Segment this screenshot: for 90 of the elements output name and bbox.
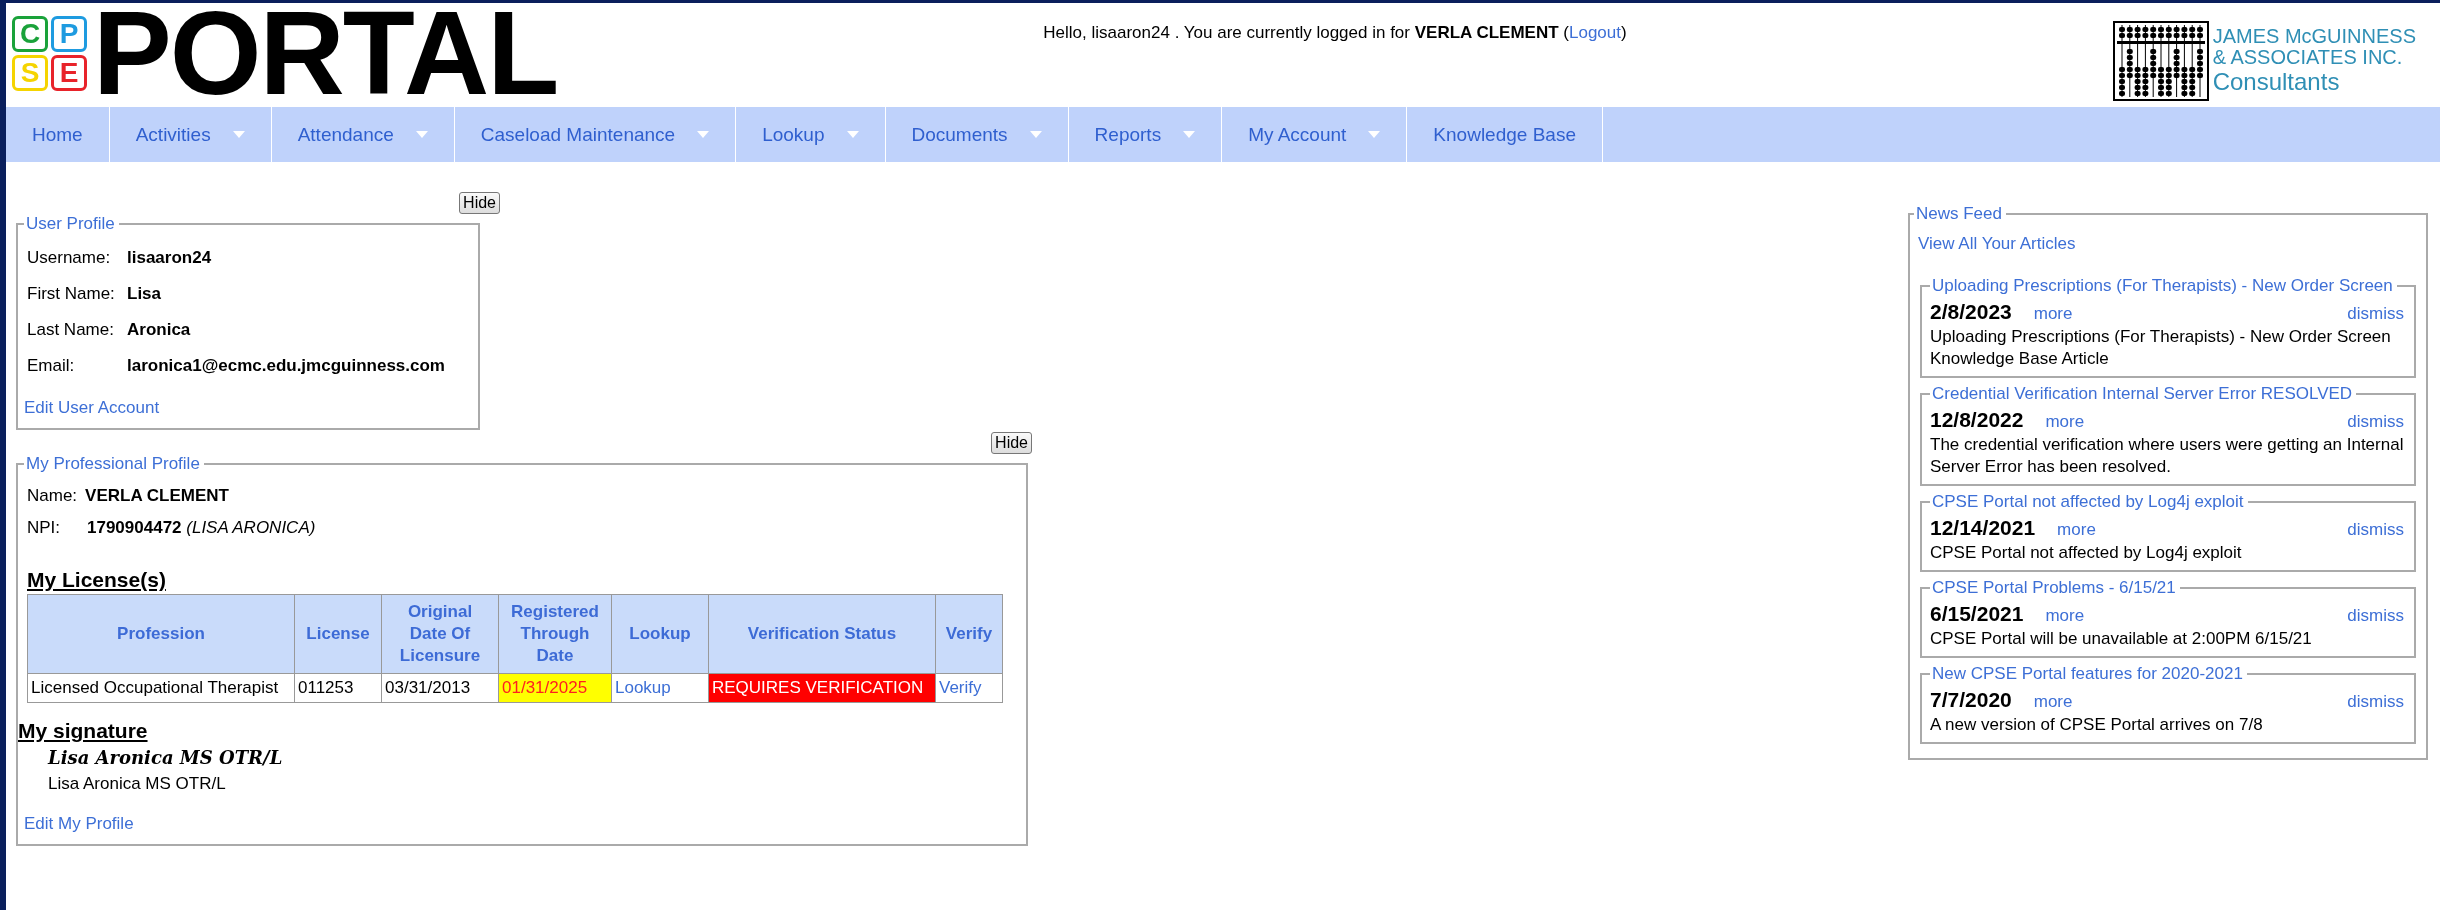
more-link[interactable]: more — [2033, 304, 2073, 324]
dismiss-link[interactable]: dismiss — [2347, 304, 2404, 324]
field-label: Email: — [27, 356, 76, 376]
caret-icon — [697, 131, 710, 138]
signature-text: Lisa Aronica MS OTR/L — [48, 774, 227, 794]
nav-menu-item[interactable]: Lookup — [736, 107, 886, 162]
nav-menu-item[interactable]: Caseload Maintenance — [454, 107, 737, 162]
section-heading: My signature — [18, 719, 149, 743]
article-body: CPSE Portal will be unavailable at 2:00PM 6/15/21 — [1930, 628, 2313, 650]
column-header: Verification Status — [708, 594, 936, 674]
article-title: Uploading Prescriptions (For Therapists) - New Order Screen — [1931, 276, 2394, 296]
company-name-text: & ASSOCIATES INC. — [2212, 47, 2404, 68]
column-header: License — [294, 594, 382, 674]
panel-legend: My Professional Profile — [24, 454, 204, 474]
caret-icon — [415, 131, 428, 138]
field-label: Name: — [27, 486, 78, 506]
table-cell: 01/31/2025 — [498, 673, 612, 703]
logout-link[interactable]: Logout — [1569, 23, 1621, 42]
field-label: Username: — [27, 248, 112, 268]
caret-icon — [232, 131, 245, 138]
status-cell: REQUIRES VERIFICATION — [708, 673, 936, 703]
field-value: laronica1@ecmc.edu.jmcguinness.com — [127, 356, 446, 376]
caret-icon — [846, 131, 859, 138]
article-body: The credential verification where users were getting an Internal Server Error has been resolved. — [1930, 434, 2404, 478]
article-title: CPSE Portal Problems - 6/15/21 — [1931, 578, 2177, 598]
logo-letter: C — [12, 15, 48, 52]
field-label: NPI: — [27, 518, 62, 538]
logo-letter: S — [12, 54, 48, 91]
logo-letter: E — [51, 54, 87, 91]
field-value: lisaaron24 — [127, 248, 213, 268]
caret-icon — [1368, 131, 1381, 138]
table-cell: 011253 — [294, 673, 382, 703]
hide-button[interactable]: Hide — [991, 432, 1032, 454]
nav-menu-item[interactable]: My Account — [1222, 107, 1408, 162]
edit-my-profile-link[interactable]: Edit My Profile — [24, 814, 134, 834]
column-header: Verify — [935, 594, 1003, 674]
section-heading: My License(s) — [27, 568, 167, 592]
article-date: 12/8/2022 — [1930, 408, 2024, 432]
edit-user-account-link[interactable]: Edit User Account — [24, 398, 160, 418]
dismiss-link[interactable]: dismiss — [2347, 692, 2404, 712]
article-title: CPSE Portal not affected by Log4j exploit — [1931, 492, 2245, 512]
field-value: 1790904472 (LISA ARONICA) — [87, 518, 317, 538]
panel-legend: News Feed — [1914, 204, 2006, 224]
table-link[interactable]: Verify — [935, 673, 1003, 703]
article-body: CPSE Portal not affected by Log4j exploit — [1930, 542, 2243, 564]
more-link[interactable]: more — [2045, 412, 2085, 432]
caret-icon — [1029, 131, 1042, 138]
company-name-text: JAMES McGUINNESS — [2212, 26, 2416, 47]
nav-menu-item[interactable]: Home — [6, 107, 110, 162]
more-link[interactable]: more — [2045, 606, 2085, 626]
column-header: Original Date Of Licensure — [381, 594, 499, 674]
field-value: Lisa — [127, 284, 163, 304]
panel-legend: User Profile — [24, 214, 119, 234]
greeting-text: Hello, lisaaron24 . You are currently logged in for VERLA CLEMENT (Logout) — [1043, 23, 1627, 42]
article-title: Credential Verification Internal Server Error RESOLVED — [1931, 384, 2354, 404]
caret-icon — [1183, 131, 1196, 138]
column-header: Lookup — [611, 594, 709, 674]
view-all-articles-link[interactable]: View All Your Articles — [1918, 234, 2416, 254]
article-date: 6/15/2021 — [1930, 602, 2024, 626]
company-name-text: Consultants — [2212, 68, 2341, 96]
article-body: A new version of CPSE Portal arrives on 7/8 — [1930, 714, 2264, 736]
more-link[interactable]: more — [2033, 692, 2073, 712]
article-date: 7/7/2020 — [1930, 688, 2012, 712]
article-body: Uploading Prescriptions (For Therapists) - New Order Screen Knowledge Base Article — [1930, 326, 2392, 370]
article-date: 2/8/2023 — [1930, 300, 2012, 324]
more-link[interactable]: more — [2057, 520, 2096, 540]
table-cell: Licensed Occupational Therapist — [27, 673, 295, 703]
dismiss-link[interactable]: dismiss — [2347, 520, 2404, 540]
column-header: Profession — [27, 594, 295, 674]
nav-menu-item[interactable]: Activities — [109, 107, 272, 162]
field-value: Aronica — [127, 320, 192, 340]
column-header: Registered Through Date — [498, 594, 612, 674]
article-date: 12/14/2021 — [1930, 516, 2036, 540]
table-cell: 03/31/2013 — [381, 673, 499, 703]
logo-letter: P — [51, 15, 87, 52]
abacus-logo-icon — [2112, 21, 2209, 101]
table-link[interactable]: Lookup — [611, 673, 709, 703]
field-label: First Name: — [27, 284, 116, 304]
dismiss-link[interactable]: dismiss — [2347, 412, 2404, 432]
article-title: New CPSE Portal features for 2020-2021 — [1931, 664, 2244, 684]
nav-menu-item[interactable]: Reports — [1068, 107, 1223, 162]
portal-title: PORTAL — [93, 3, 558, 103]
dismiss-link[interactable]: dismiss — [2347, 606, 2404, 626]
nav-menu-item[interactable]: Knowledge Base — [1407, 107, 1603, 162]
signature-script: Lisa Aronica MS OTR/L — [48, 747, 284, 768]
hide-button[interactable]: Hide — [459, 192, 500, 214]
nav-menu-item[interactable]: Documents — [885, 107, 1069, 162]
field-label: Last Name: — [27, 320, 115, 340]
nav-menu-item[interactable]: Attendance — [271, 107, 455, 162]
field-value: VERLA CLEMENT — [85, 486, 229, 506]
